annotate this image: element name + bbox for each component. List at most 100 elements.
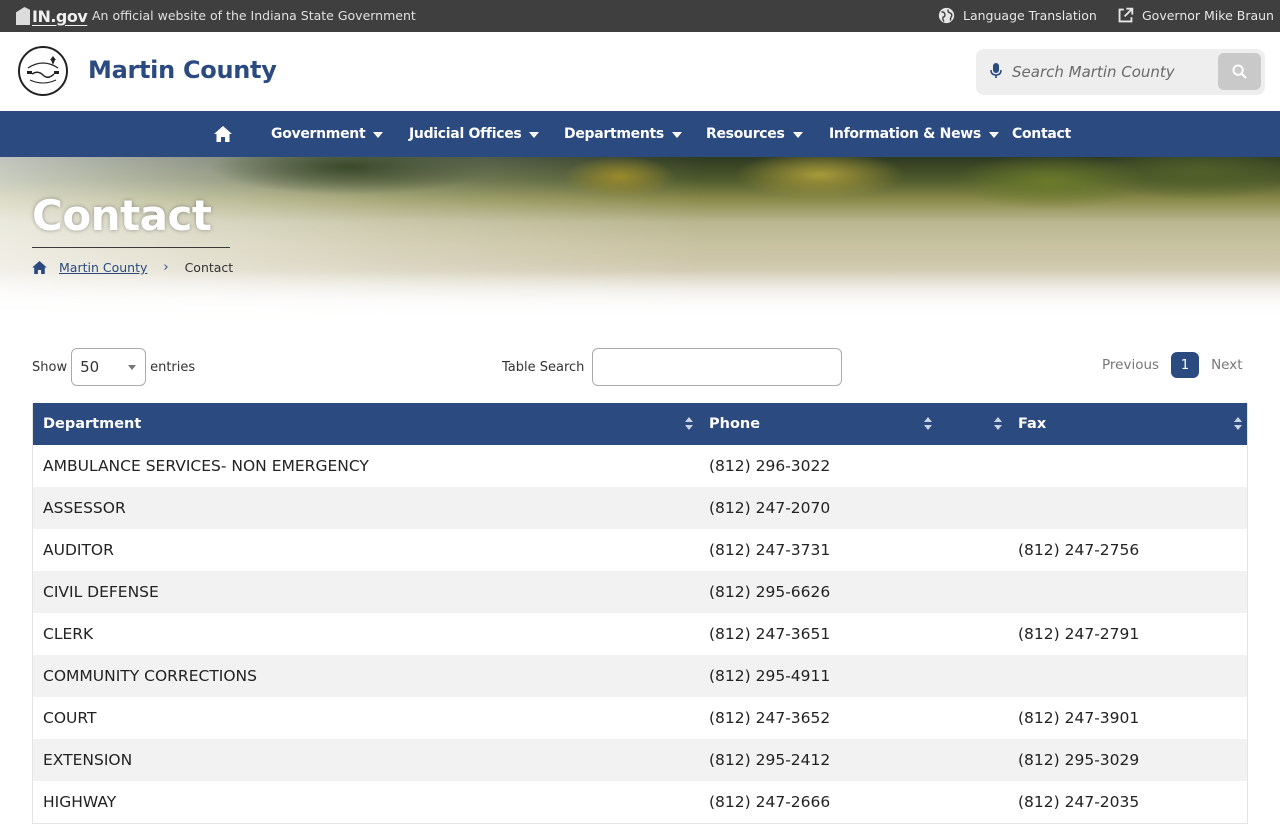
- chevron-right-icon: ›: [163, 260, 169, 275]
- nav-resources[interactable]: Resources: [706, 111, 803, 157]
- table-row: CLERK (812) 247-3651 (812) 247-2791: [33, 613, 1247, 655]
- cell-department: COURT: [43, 709, 97, 727]
- contact-table: Department Phone Fax AMBULANCE SERVICES-…: [32, 403, 1248, 824]
- page-title: Contact: [32, 191, 212, 240]
- cell-phone: (812) 247-3652: [709, 709, 831, 727]
- county-seal-icon: [27, 56, 59, 84]
- cell-phone: (812) 247-3651: [709, 625, 831, 643]
- cell-phone: (812) 296-3022: [709, 457, 831, 475]
- governor-label: Governor Mike Braun: [1142, 8, 1274, 23]
- cell-department: COMMUNITY CORRECTIONS: [43, 667, 257, 685]
- dropdown-arrow-icon: [128, 365, 137, 370]
- table-header: Department Phone Fax: [33, 403, 1247, 445]
- sort-icon[interactable]: [923, 417, 933, 431]
- table-row: COMMUNITY CORRECTIONS (812) 295-4911: [33, 655, 1247, 697]
- sort-icon[interactable]: [993, 417, 1003, 431]
- table-row: AMBULANCE SERVICES- NON EMERGENCY (812) …: [33, 445, 1247, 487]
- sort-icon[interactable]: [684, 417, 694, 431]
- nav-judicial-offices-label: Judicial Offices: [409, 126, 522, 142]
- governor-link[interactable]: Governor Mike Braun: [1117, 7, 1274, 24]
- table-row: ASSESSOR (812) 247-2070: [33, 487, 1247, 529]
- cell-department: AUDITOR: [43, 541, 114, 559]
- cell-phone: (812) 295-4911: [709, 667, 831, 685]
- title-divider: [32, 247, 230, 248]
- nav-government-label: Government: [271, 126, 366, 142]
- pagination: Previous 1 Next: [1102, 352, 1243, 378]
- ingov-logo[interactable]: IN.gov: [16, 6, 88, 26]
- entries-label: entries: [150, 359, 196, 375]
- nav-government[interactable]: Government: [271, 111, 384, 157]
- header-phone[interactable]: Phone: [709, 403, 760, 445]
- globe-icon: [938, 7, 955, 24]
- entries-length-control: Show 50 entries: [32, 348, 195, 386]
- table-search-control: Table Search: [502, 348, 843, 386]
- breadcrumb: Martin County › Contact: [32, 260, 233, 275]
- nav-information-news[interactable]: Information & News: [829, 111, 999, 157]
- nav-resources-label: Resources: [706, 126, 785, 142]
- pagination-page-1[interactable]: 1: [1171, 352, 1200, 378]
- show-label: Show: [32, 359, 68, 375]
- caret-down-icon: [792, 131, 803, 138]
- cell-fax: (812) 247-2756: [1018, 541, 1140, 559]
- table-search-label: Table Search: [502, 359, 585, 375]
- cell-department: AMBULANCE SERVICES- NON EMERGENCY: [43, 457, 369, 475]
- indiana-state-icon: [16, 7, 30, 25]
- header-department[interactable]: Department: [43, 403, 141, 445]
- table-row: COURT (812) 247-3652 (812) 247-3901: [33, 697, 1247, 739]
- cell-phone: (812) 295-2412: [709, 751, 831, 769]
- cell-department: CLERK: [43, 625, 94, 643]
- table-row: AUDITOR (812) 247-3731 (812) 247-2756: [33, 529, 1247, 571]
- breadcrumb-current: Contact: [184, 260, 234, 275]
- site-search-button[interactable]: [1218, 53, 1261, 90]
- nav-departments[interactable]: Departments: [564, 111, 682, 157]
- external-link-icon: [1118, 7, 1134, 23]
- language-translation-link[interactable]: Language Translation: [938, 7, 1097, 24]
- table-row: EXTENSION (812) 295-2412 (812) 295-3029: [33, 739, 1247, 781]
- cell-department: HIGHWAY: [43, 793, 117, 811]
- cell-phone: (812) 247-2070: [709, 499, 831, 517]
- site-search-input[interactable]: [1012, 57, 1212, 87]
- microphone-icon[interactable]: [990, 63, 1002, 79]
- cell-phone: (812) 247-3731: [709, 541, 831, 559]
- cell-fax: (812) 295-3029: [1018, 751, 1140, 769]
- home-icon[interactable]: [32, 261, 47, 274]
- cell-fax: (812) 247-3901: [1018, 709, 1140, 727]
- cell-department: CIVIL DEFENSE: [43, 583, 159, 601]
- caret-down-icon: [529, 131, 540, 138]
- pagination-previous[interactable]: Previous: [1102, 357, 1159, 373]
- nav-contact[interactable]: Contact: [1012, 111, 1071, 157]
- cell-phone: (812) 247-2666: [709, 793, 831, 811]
- site-search: [976, 49, 1265, 95]
- home-icon: [214, 126, 232, 142]
- caret-down-icon: [671, 131, 682, 138]
- county-seal-logo[interactable]: [18, 46, 68, 96]
- cell-department: EXTENSION: [43, 751, 133, 769]
- nav-home[interactable]: [214, 111, 232, 157]
- state-bar: IN.gov An official website of the Indian…: [0, 0, 1280, 32]
- search-icon: [1232, 64, 1247, 79]
- site-title[interactable]: Martin County: [88, 56, 277, 84]
- site-header: Martin County: [0, 32, 1280, 111]
- nav-judicial-offices[interactable]: Judicial Offices: [409, 111, 540, 157]
- nav-contact-label: Contact: [1012, 126, 1071, 142]
- entries-select-value: 50: [80, 358, 100, 376]
- sort-icon[interactable]: [1233, 417, 1243, 431]
- cell-phone: (812) 295-6626: [709, 583, 831, 601]
- header-fax[interactable]: Fax: [1018, 403, 1046, 445]
- table-row: HIGHWAY (812) 247-2666 (812) 247-2035: [33, 781, 1247, 823]
- cell-fax: (812) 247-2035: [1018, 793, 1140, 811]
- nav-information-news-label: Information & News: [829, 126, 981, 142]
- caret-down-icon: [373, 131, 384, 138]
- official-website-text: An official website of the Indiana State…: [92, 8, 416, 23]
- language-translation-label: Language Translation: [963, 8, 1097, 23]
- cell-fax: (812) 247-2791: [1018, 625, 1140, 643]
- pagination-next[interactable]: Next: [1211, 357, 1242, 373]
- table-row: CIVIL DEFENSE (812) 295-6626: [33, 571, 1247, 613]
- main-nav: Government Judicial Offices Departments …: [0, 111, 1280, 157]
- table-body: AMBULANCE SERVICES- NON EMERGENCY (812) …: [33, 445, 1247, 823]
- breadcrumb-home-link[interactable]: Martin County: [59, 260, 147, 275]
- page-hero: Contact Martin County › Contact: [0, 157, 1280, 320]
- table-search-input[interactable]: [592, 348, 843, 386]
- cell-department: ASSESSOR: [43, 499, 126, 517]
- entries-select[interactable]: 50: [71, 348, 147, 386]
